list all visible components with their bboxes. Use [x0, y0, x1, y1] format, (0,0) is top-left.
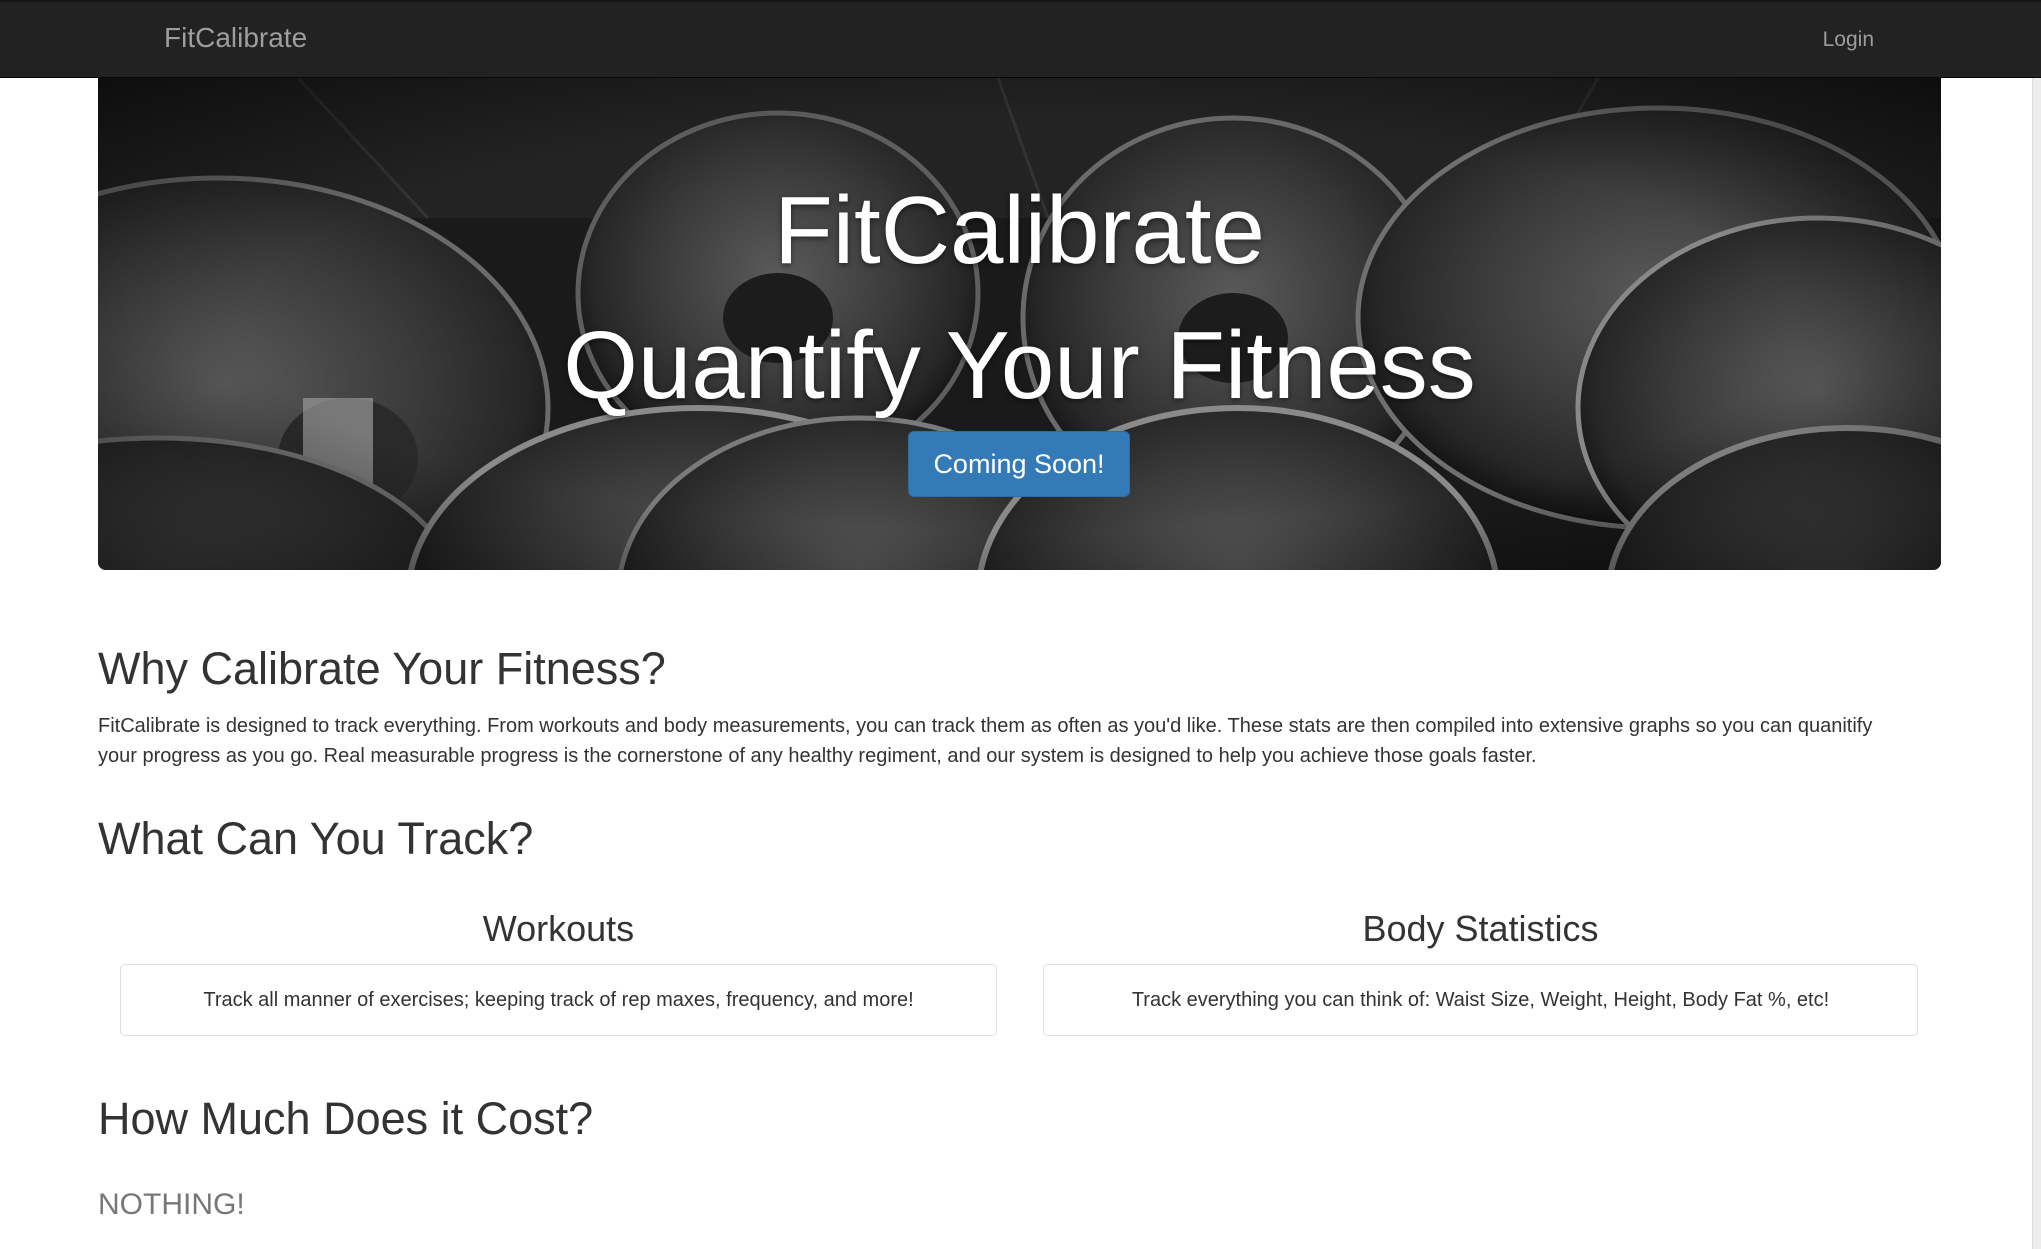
workouts-description: Track all manner of exercises; keeping t…	[203, 989, 914, 1011]
workouts-card: Track all manner of exercises; keeping t…	[120, 964, 997, 1036]
page-scrollbar[interactable]	[2032, 78, 2041, 1249]
track-heading: What Can You Track?	[98, 813, 534, 864]
coming-soon-button[interactable]: Coming Soon!	[908, 431, 1130, 497]
why-heading: Why Calibrate Your Fitness?	[98, 643, 666, 694]
body-statistics-card: Track everything you can think of: Waist…	[1043, 964, 1918, 1036]
login-link[interactable]: Login	[1823, 28, 1874, 52]
body-statistics-title: Body Statistics	[1362, 908, 1599, 949]
workouts-title: Workouts	[482, 908, 635, 949]
hero-banner: FitCalibrate Quantify Your Fitness Comin…	[98, 78, 1941, 570]
cost-heading: How Much Does it Cost?	[98, 1093, 594, 1144]
brand-link[interactable]: FitCalibrate	[164, 22, 307, 54]
why-paragraph: FitCalibrate is designed to track everyt…	[98, 715, 1873, 767]
hero-title: FitCalibrate	[774, 177, 1265, 284]
cost-answer: NOTHING!	[98, 1188, 245, 1221]
body-statistics-description: Track everything you can think of: Waist…	[1131, 989, 1830, 1011]
hero-subtitle: Quantify Your Fitness	[563, 312, 1476, 419]
top-navbar: FitCalibrate Login	[0, 0, 2041, 78]
